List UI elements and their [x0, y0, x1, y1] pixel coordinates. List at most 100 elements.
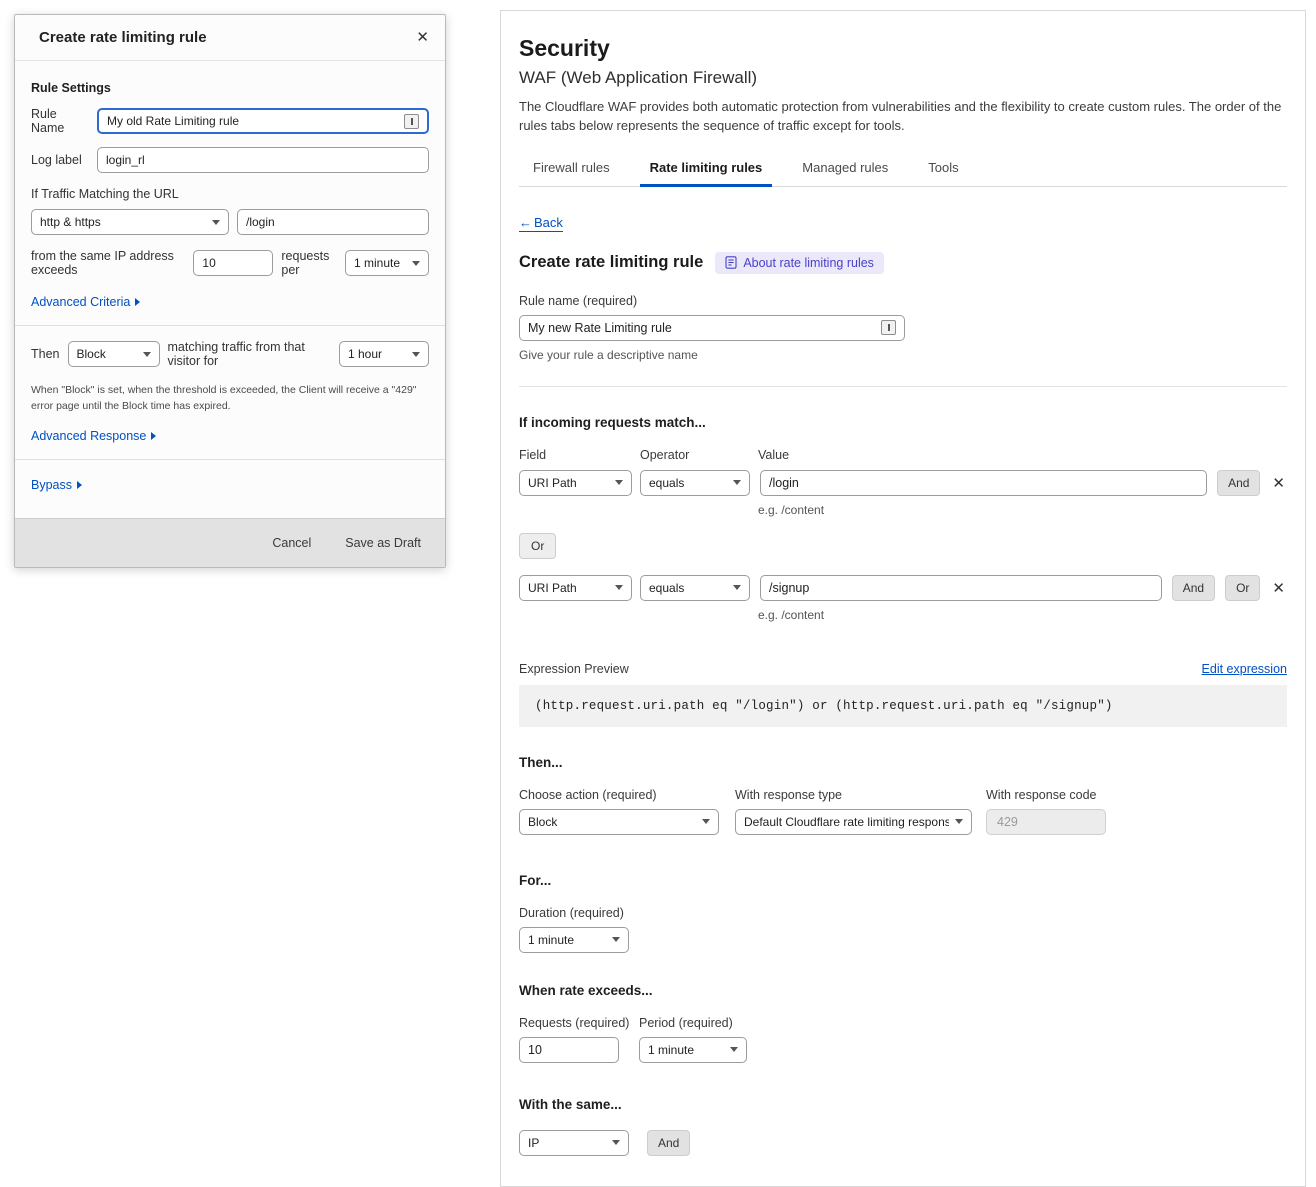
field-column-label: Field: [519, 448, 640, 462]
tab-managed-rules[interactable]: Managed rules: [800, 154, 890, 186]
chevron-down-icon: [212, 220, 220, 225]
log-label-input[interactable]: [106, 153, 420, 167]
value-field-wrap: [760, 575, 1162, 601]
about-rate-limiting-badge[interactable]: About rate limiting rules: [715, 252, 884, 274]
chevron-down-icon: [143, 352, 151, 357]
advanced-response-link[interactable]: Advanced Response: [31, 429, 156, 443]
match-column-headers: Field Operator Value: [519, 448, 1287, 462]
operator-column-label: Operator: [640, 448, 758, 462]
tab-tools[interactable]: Tools: [926, 154, 960, 186]
value-column-label: Value: [758, 448, 789, 462]
period-label: Period (required): [639, 1016, 747, 1030]
chevron-down-icon: [615, 480, 623, 485]
bypass-link[interactable]: Bypass: [31, 478, 82, 492]
threshold-row: from the same IP address exceeds request…: [31, 249, 429, 277]
rule-name-field-wrap: [519, 315, 905, 341]
response-code-column: With response code 429: [986, 788, 1106, 835]
choose-action-label: Choose action (required): [519, 788, 719, 802]
rule-name-input[interactable]: [528, 321, 875, 335]
save-as-draft-button[interactable]: Save as Draft: [345, 536, 421, 550]
chevron-down-icon: [412, 261, 420, 266]
chevron-down-icon: [733, 585, 741, 590]
action-select[interactable]: Block: [68, 341, 160, 367]
remove-row-icon[interactable]: ✕: [1270, 474, 1287, 492]
then-label: Then: [31, 347, 60, 361]
and-button[interactable]: And: [1172, 575, 1215, 601]
remove-row-icon[interactable]: ✕: [1270, 579, 1287, 597]
advanced-criteria-link[interactable]: Advanced Criteria: [31, 295, 140, 309]
action-column: Choose action (required) Block: [519, 788, 719, 835]
and-button[interactable]: And: [647, 1130, 690, 1156]
period-column: Period (required) 1 minute: [639, 1016, 747, 1063]
scheme-select[interactable]: http & https: [31, 209, 229, 235]
rule-name-field-wrap: [97, 108, 429, 134]
divider: [15, 459, 445, 460]
chevron-down-icon: [733, 480, 741, 485]
url-input[interactable]: [246, 215, 420, 229]
autofill-icon[interactable]: [404, 114, 419, 129]
page-description: The Cloudflare WAF provides both automat…: [519, 98, 1287, 136]
response-type-label: With response type: [735, 788, 972, 802]
and-button[interactable]: And: [1217, 470, 1260, 496]
then-mid-text: matching traffic from that visitor for: [168, 340, 332, 368]
characteristic-select[interactable]: IP: [519, 1130, 629, 1156]
value-field-wrap: [760, 470, 1207, 496]
period-select[interactable]: 1 minute: [639, 1037, 747, 1063]
tab-rate-limiting-rules[interactable]: Rate limiting rules: [648, 154, 765, 186]
requests-input[interactable]: [528, 1043, 610, 1057]
create-rate-limiting-dialog: Create rate limiting rule ✕ Rule Setting…: [14, 14, 446, 568]
log-label-row: Log label: [31, 147, 429, 173]
tab-firewall-rules[interactable]: Firewall rules: [531, 154, 612, 186]
chevron-down-icon: [612, 937, 620, 942]
create-rule-title: Create rate limiting rule: [519, 253, 703, 272]
rule-name-label: Rule name (required): [519, 294, 1287, 308]
threshold-input[interactable]: [202, 256, 264, 270]
log-label-field-wrap: [97, 147, 429, 173]
autofill-icon[interactable]: [881, 320, 896, 335]
requests-field-wrap: [519, 1037, 619, 1063]
rule-name-input[interactable]: [107, 114, 398, 128]
traffic-match-label: If Traffic Matching the URL: [31, 187, 429, 201]
page-subtitle: WAF (Web Application Firewall): [519, 68, 1287, 88]
requests-column: Requests (required): [519, 1016, 629, 1063]
response-type-column: With response type Default Cloudflare ra…: [735, 788, 972, 835]
edit-expression-link[interactable]: Edit expression: [1202, 662, 1287, 676]
back-link[interactable]: ←Back: [519, 215, 563, 232]
then-section-heading: Then...: [519, 755, 1287, 770]
block-note: When "Block" is set, when the threshold …: [31, 382, 429, 415]
action-select[interactable]: Block: [519, 809, 719, 835]
operator-select[interactable]: equals: [640, 575, 750, 601]
rule-settings-heading: Rule Settings: [31, 81, 429, 95]
response-code-input: 429: [986, 809, 1106, 835]
field-select[interactable]: URI Path: [519, 470, 632, 496]
close-icon[interactable]: ✕: [416, 30, 429, 45]
duration-select[interactable]: 1 minute: [519, 927, 629, 953]
match-row: URI Path equals And ✕: [519, 470, 1287, 496]
then-columns: Choose action (required) Block With resp…: [519, 788, 1287, 835]
create-rule-header: Create rate limiting rule About rate lim…: [519, 252, 1287, 274]
page-title: Security: [519, 35, 1287, 62]
cancel-button[interactable]: Cancel: [272, 536, 311, 550]
threshold-field-wrap: [193, 250, 273, 276]
dialog-header: Create rate limiting rule ✕: [15, 15, 445, 61]
value-input[interactable]: [769, 581, 1153, 595]
response-code-label: With response code: [986, 788, 1106, 802]
divider: [519, 386, 1287, 387]
chevron-down-icon: [612, 1140, 620, 1145]
or-button[interactable]: Or: [519, 533, 556, 559]
then-row: Then Block matching traffic from that vi…: [31, 340, 429, 368]
operator-select[interactable]: equals: [640, 470, 750, 496]
triangle-right-icon: [135, 298, 140, 306]
block-duration-select[interactable]: 1 hour: [339, 341, 429, 367]
rate-section-heading: When rate exceeds...: [519, 983, 1287, 998]
same-section-heading: With the same...: [519, 1097, 1287, 1112]
field-select[interactable]: URI Path: [519, 575, 632, 601]
or-button-wrap: Or: [519, 533, 1287, 559]
chevron-down-icon: [730, 1047, 738, 1052]
triangle-right-icon: [77, 481, 82, 489]
period-select[interactable]: 1 minute: [345, 250, 429, 276]
value-input[interactable]: [769, 476, 1198, 490]
or-button[interactable]: Or: [1225, 575, 1260, 601]
waf-tabs: Firewall rules Rate limiting rules Manag…: [519, 154, 1287, 187]
response-type-select[interactable]: Default Cloudflare rate limiting respons…: [735, 809, 972, 835]
